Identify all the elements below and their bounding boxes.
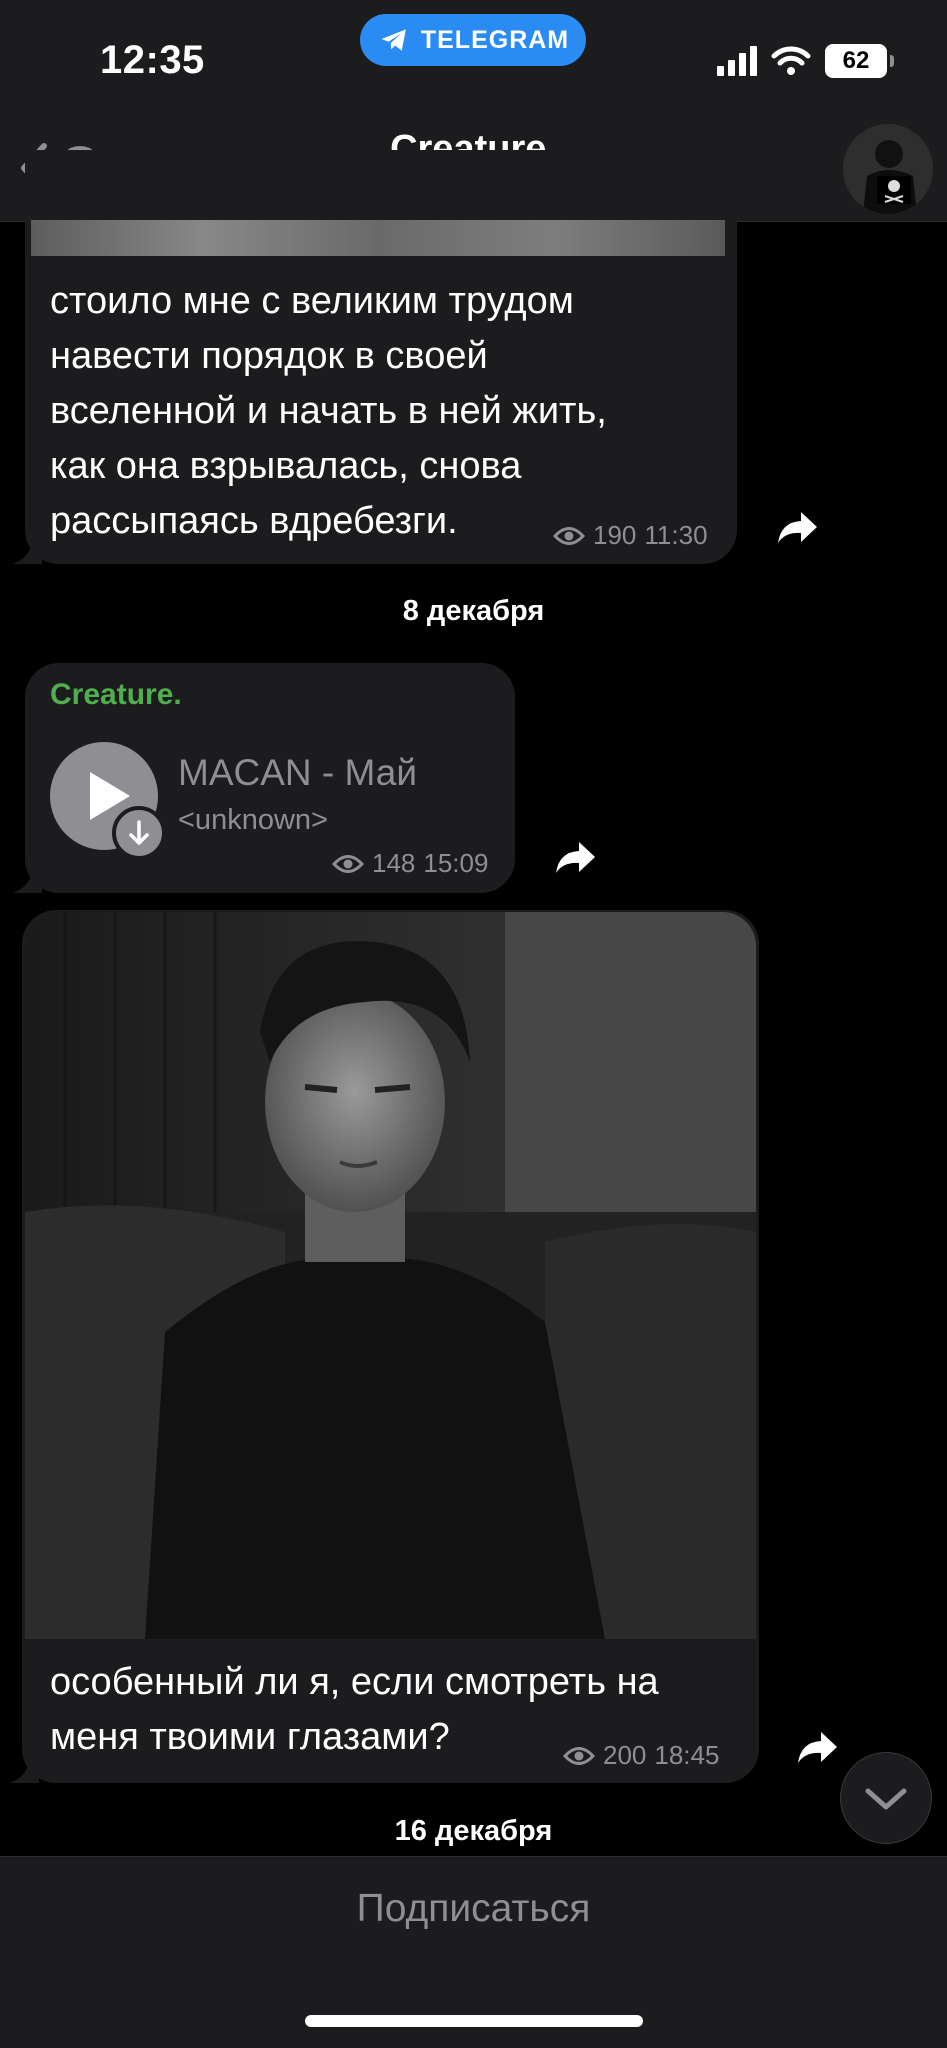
battery-icon: 62 — [825, 44, 894, 78]
message-author[interactable]: Creature. — [50, 678, 182, 712]
telegram-icon — [381, 29, 406, 51]
forward-icon[interactable] — [795, 1728, 839, 1768]
home-indicator — [305, 2015, 643, 2027]
bubble-tail — [9, 1753, 39, 1783]
telegram-pill[interactable]: TELEGRAM — [360, 14, 586, 66]
wifi-icon — [771, 46, 811, 75]
subscribe-button[interactable]: Подписаться — [0, 1887, 947, 1931]
bubble-tail — [12, 863, 42, 893]
scroll-down-button[interactable] — [840, 1752, 932, 1844]
signal-icon — [717, 46, 757, 76]
status-bar: 12:35 TELEGRAM 62 — [0, 0, 947, 118]
message-meta: 200 18:45 — [563, 1740, 719, 1771]
message-meta: 190 11:30 — [553, 520, 708, 551]
telegram-pill-label: TELEGRAM — [420, 25, 570, 54]
message-time: 11:30 — [644, 520, 708, 550]
channel-avatar[interactable] — [843, 124, 933, 214]
download-icon — [129, 820, 149, 845]
eye-icon — [332, 854, 364, 873]
status-icons: 62 — [717, 44, 894, 78]
message-text: стоило мне с великим трудом навести поря… — [50, 280, 607, 542]
forward-icon[interactable] — [775, 508, 819, 548]
audio-performer: <unknown> — [178, 804, 328, 836]
audio-download-button[interactable] — [112, 806, 166, 860]
eye-icon — [563, 1746, 595, 1765]
chevron-down-icon — [865, 1788, 907, 1810]
audio-title: MACAN - Май — [178, 752, 417, 793]
eye-icon — [553, 526, 585, 545]
bubble-tail — [12, 534, 42, 564]
message-meta: 148 15:09 — [332, 848, 488, 879]
date-separator: 8 декабря — [402, 595, 545, 627]
message-time: 18:45 — [654, 1740, 720, 1770]
photo-strip — [31, 220, 725, 256]
forward-icon[interactable] — [553, 838, 597, 878]
message-time: 15:09 — [423, 848, 489, 878]
bottom-bar: Подписаться — [0, 1856, 947, 2048]
date-separator: 16 декабря — [394, 1815, 553, 1847]
view-count: 200 — [603, 1740, 647, 1770]
message-photo[interactable] — [25, 912, 756, 1639]
view-count: 190 — [593, 520, 637, 550]
view-count: 148 — [372, 848, 416, 878]
status-time: 12:35 — [100, 38, 205, 82]
